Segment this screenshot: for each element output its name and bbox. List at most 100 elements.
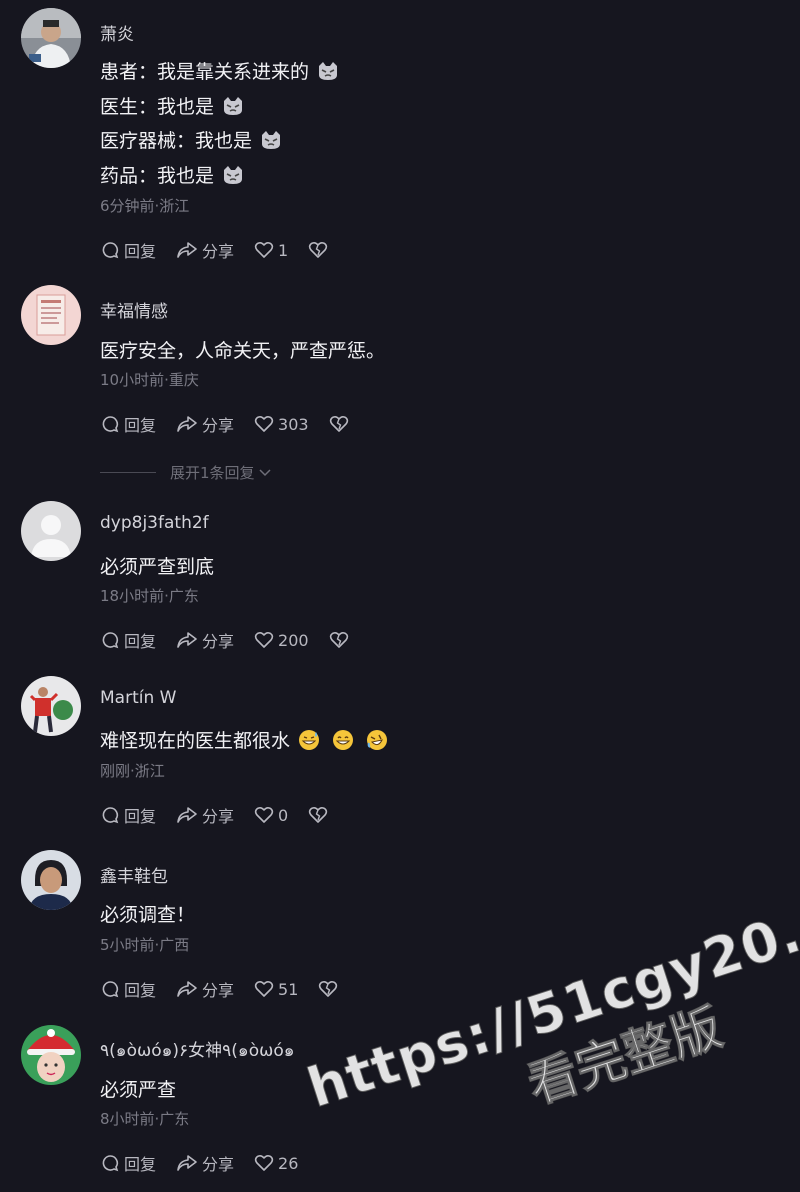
reply-button[interactable]: 回复 (100, 803, 156, 827)
heart-icon (254, 980, 274, 997)
comment-actions: 回复 分享 303 (100, 413, 373, 435)
reply-label: 回复 (124, 242, 157, 261)
username[interactable]: ٩(๑òωó๑)۶女神٩(๑òωó๑ (100, 1036, 295, 1064)
dislike-button[interactable] (329, 630, 353, 650)
comment-line-text: 必须严查到底 (100, 556, 215, 578)
share-button[interactable]: 分享 (176, 238, 234, 262)
reply-button[interactable]: 回复 (100, 628, 156, 652)
comment-text: 患者：我是靠关系进来的 (100, 57, 339, 84)
reply-button[interactable]: 回复 (100, 412, 156, 436)
username[interactable]: Martín W (100, 688, 176, 708)
reply-button[interactable]: 回复 (100, 1151, 156, 1175)
heart-icon (254, 1154, 274, 1171)
divider (100, 471, 156, 473)
comment-actions: 回复 分享 1 (100, 239, 352, 261)
heart-icon (254, 415, 274, 432)
comment-line-text: 必须严查 (100, 1079, 177, 1101)
comment-meta: 8小时前·广东 (100, 1110, 190, 1128)
reply-button[interactable]: 回复 (100, 238, 156, 262)
share-icon (177, 416, 197, 432)
reply-icon (102, 1155, 119, 1172)
dislike-button[interactable] (329, 414, 353, 434)
reply-icon (102, 632, 119, 649)
share-button[interactable]: 分享 (176, 1151, 234, 1175)
username[interactable]: 幸福情感 (100, 297, 168, 322)
share-label: 分享 (202, 632, 235, 651)
expand-replies-button[interactable]: 展开1条回复 (100, 462, 272, 482)
reply-icon (102, 807, 119, 824)
cat-emoji-icon (222, 164, 244, 186)
comment-text: 必须调查！ (100, 900, 195, 927)
share-button[interactable]: 分享 (176, 803, 234, 827)
username[interactable]: dyp8j3fath2f (100, 513, 209, 533)
comment-actions: 回复 分享 51 (100, 978, 362, 1000)
share-button[interactable]: 分享 (176, 412, 234, 436)
reply-label: 回复 (124, 1155, 157, 1174)
comment-line-text: 患者：我是靠关系进来的 (100, 61, 310, 83)
share-icon (177, 981, 197, 997)
comment-meta: 10小时前·重庆 (100, 371, 199, 389)
broken-heart-icon (319, 980, 338, 997)
like-count: 200 (278, 630, 309, 650)
heart-icon (254, 631, 274, 648)
share-label: 分享 (202, 416, 235, 435)
comment-line-text: 医疗安全，人命关天，严查严惩。 (100, 340, 386, 362)
broken-heart-icon (329, 631, 348, 648)
avatar[interactable] (21, 285, 81, 345)
dislike-button[interactable] (308, 805, 332, 825)
cat-emoji-icon (317, 60, 339, 82)
share-label: 分享 (202, 807, 235, 826)
username[interactable]: 萧炎 (100, 20, 134, 45)
avatar[interactable] (21, 501, 81, 561)
dislike-button[interactable] (308, 240, 332, 260)
username[interactable]: 鑫丰鞋包 (100, 862, 168, 887)
cat-emoji-icon (222, 95, 244, 117)
broken-heart-icon (309, 806, 328, 823)
reply-label: 回复 (124, 981, 157, 1000)
share-icon (177, 1155, 197, 1171)
like-count: 26 (278, 1153, 299, 1173)
heart-icon (254, 806, 274, 823)
like-button[interactable]: 26 (254, 1153, 298, 1173)
comment-line-text: 医生：我也是 (100, 96, 215, 118)
like-button[interactable]: 303 (254, 414, 309, 434)
avatar[interactable] (21, 850, 81, 910)
comment-text: 必须严查 (100, 1075, 176, 1102)
comment-actions: 回复 分享 26 (100, 1152, 318, 1174)
reply-icon (102, 981, 119, 998)
watermark: https://51cgy20.com 看完整版 (299, 861, 800, 1182)
comment-text: 难怪现在的医生都很水 (100, 726, 388, 753)
avatar[interactable] (21, 8, 81, 68)
like-count: 0 (278, 805, 289, 825)
broken-heart-icon (309, 241, 328, 258)
like-button[interactable]: 1 (254, 240, 288, 260)
share-label: 分享 (202, 1155, 235, 1174)
like-count: 1 (278, 240, 289, 260)
like-button[interactable]: 200 (254, 630, 309, 650)
reply-label: 回复 (124, 632, 157, 651)
cat-emoji-icon (260, 129, 282, 151)
comment-text: 必须严查到底 (100, 552, 214, 579)
dislike-button[interactable] (318, 979, 342, 999)
watermark-caption: 看完整版 (520, 997, 729, 1115)
like-count: 303 (278, 414, 309, 434)
like-button[interactable]: 51 (254, 979, 298, 999)
grin-sweat-emoji-icon (298, 729, 320, 751)
avatar[interactable] (21, 676, 81, 736)
share-button[interactable]: 分享 (176, 977, 234, 1001)
like-button[interactable]: 0 (254, 805, 288, 825)
comment-line-text: 必须调查！ (100, 904, 196, 926)
like-count: 51 (278, 979, 299, 999)
watermark-url: https://51cgy20.com (299, 861, 800, 1121)
share-icon (177, 632, 197, 648)
chevron-down-icon (259, 469, 271, 477)
share-icon (177, 807, 197, 823)
comment-text: 医生：我也是 (100, 92, 244, 119)
reply-label: 回复 (124, 416, 157, 435)
avatar[interactable] (21, 1025, 81, 1085)
reply-button[interactable]: 回复 (100, 977, 156, 1001)
share-button[interactable]: 分享 (176, 628, 234, 652)
reply-label: 回复 (124, 807, 157, 826)
comment-text: 医疗器械：我也是 (100, 126, 282, 153)
comment-meta: 18小时前·广东 (100, 587, 199, 605)
